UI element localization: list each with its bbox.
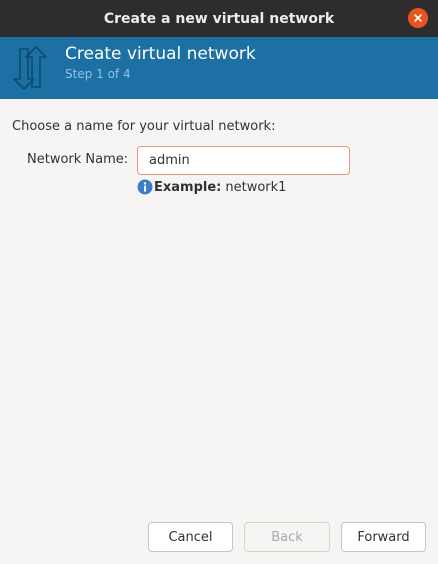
dialog-window: Create a new virtual network Create virt… bbox=[0, 0, 438, 564]
back-button[interactable]: Back bbox=[244, 522, 330, 552]
network-name-input[interactable] bbox=[137, 146, 350, 175]
name-prompt: Choose a name for your virtual network: bbox=[12, 119, 276, 134]
wizard-header: Create virtual network Step 1 of 4 bbox=[0, 37, 438, 99]
window-title: Create a new virtual network bbox=[103, 10, 335, 27]
example-value: network1 bbox=[225, 179, 287, 195]
network-name-label: Network Name: bbox=[27, 152, 129, 167]
forward-button[interactable]: Forward bbox=[341, 522, 426, 552]
close-button[interactable] bbox=[408, 8, 428, 28]
example-label: Example: bbox=[154, 179, 222, 195]
name-example-hint: Example: network1 bbox=[137, 178, 286, 196]
network-arrows-icon bbox=[13, 46, 47, 90]
info-icon bbox=[137, 179, 153, 195]
cancel-button[interactable]: Cancel bbox=[148, 522, 233, 552]
wizard-step-indicator: Step 1 of 4 bbox=[65, 67, 131, 81]
close-icon bbox=[414, 14, 422, 22]
wizard-title: Create virtual network bbox=[65, 44, 256, 64]
title-bar: Create a new virtual network bbox=[0, 0, 438, 37]
